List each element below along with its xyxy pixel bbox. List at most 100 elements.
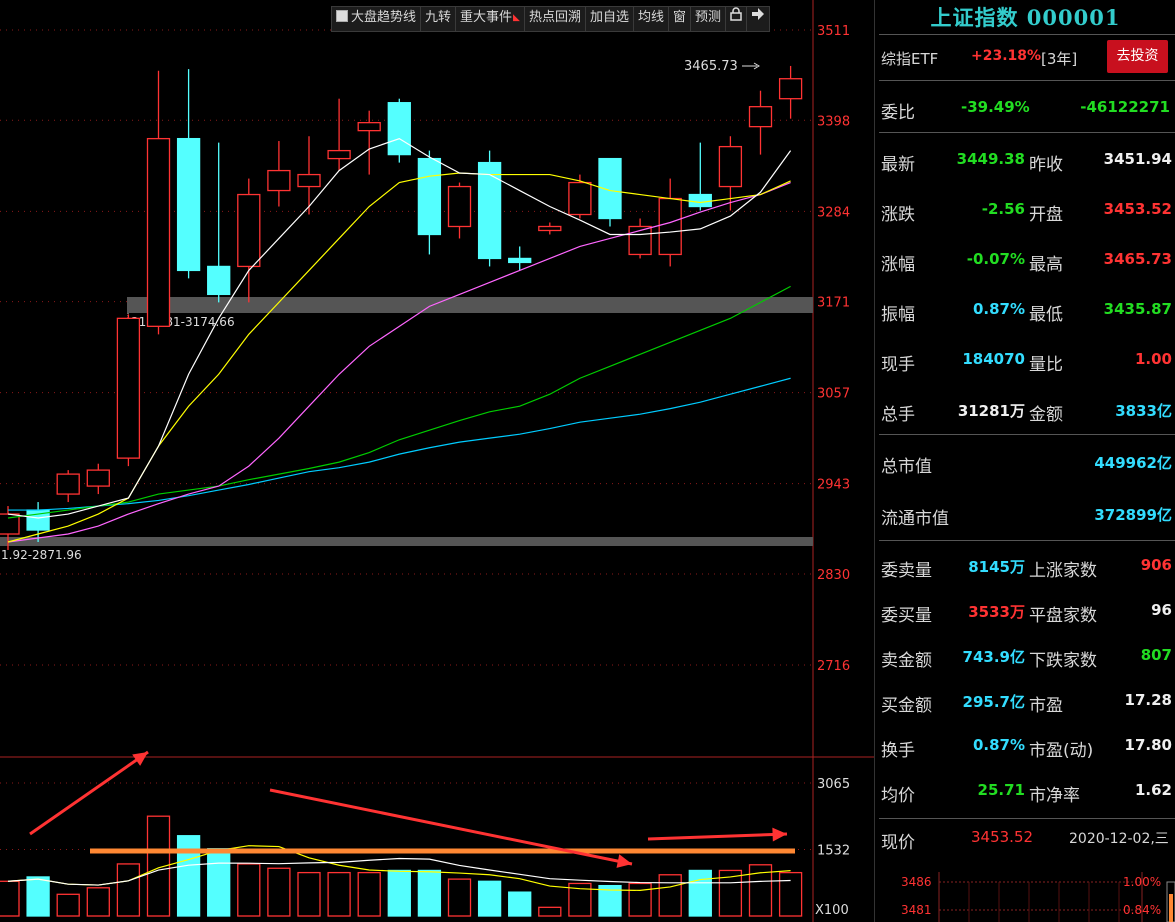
candle-body (778, 78, 803, 100)
moving-average-button[interactable]: 均线 (634, 7, 670, 31)
price-axis-label: 3511 (817, 24, 850, 39)
mini-y2: 3481 (901, 903, 932, 917)
price-axis-label: 2943 (817, 478, 850, 493)
candle-body (477, 161, 502, 260)
volume-axis-label: 1532 (817, 844, 850, 859)
divider (879, 132, 1175, 133)
stat-row: 买金额 295.7亿 市盈 17.28 (875, 685, 1175, 717)
flat-trend-arrow-head-icon (772, 827, 787, 842)
lock-button[interactable] (726, 7, 748, 31)
volume-bar (417, 869, 442, 917)
stat-value: 25.71 (977, 781, 1025, 799)
stat-row: 换手 0.87% 市盈(动) 17.80 (875, 730, 1175, 762)
band-lower-label: 1.92-2871.96 (1, 548, 82, 562)
stat-value: 0.87% (972, 300, 1025, 318)
candle-body (658, 197, 682, 256)
stat-row: 振幅 0.87% 最低 3435.87 (875, 294, 1175, 326)
weibi-label: 委比 (881, 103, 915, 123)
stat-label: 最新 (881, 155, 915, 175)
stat-label: 量比 (1029, 355, 1063, 375)
candle-body (176, 137, 201, 272)
candle-body (568, 181, 592, 216)
weibi-value: -46122271 (1080, 98, 1170, 116)
stat-value: 3465.73 (1103, 250, 1172, 268)
stat-label: 上涨家数 (1029, 561, 1097, 581)
etf-change: +23.18% (971, 48, 1042, 64)
stat-value: 3453.52 (1103, 200, 1172, 218)
stat-label: 现手 (881, 355, 915, 375)
volume-bar (778, 871, 803, 917)
current-date: 2020-12-02,三 (1069, 831, 1169, 847)
candle-body (447, 185, 472, 228)
candle-body (56, 473, 80, 495)
price-axis-label: 3057 (817, 387, 850, 402)
dropdown-marker-icon: ◣ (513, 13, 520, 23)
divider (879, 34, 1175, 35)
expand-button[interactable] (747, 7, 769, 31)
stat-value: -0.07% (966, 250, 1025, 268)
volume-bar (267, 867, 291, 917)
arrow-right-icon (751, 8, 765, 25)
kline-chart[interactable]: 3511 3398 3284 3171 3057 2943 2830 2716 3065 1532… (0, 0, 874, 922)
stat-row: 卖金额 743.9亿 下跌家数 807 (875, 640, 1175, 672)
stat-label: 卖金额 (881, 651, 932, 671)
mini-p2: 0.84% (1123, 903, 1161, 917)
stat-value: -2.56 (981, 200, 1025, 218)
checkbox-icon (336, 10, 348, 22)
stat-label: 振幅 (881, 305, 915, 325)
trend-line-toggle[interactable]: 大盘趋势线 (332, 7, 422, 31)
stat-value: 0.87% (972, 736, 1025, 754)
stat-value: 906 (1140, 556, 1172, 574)
candle-body (297, 173, 321, 188)
invest-button[interactable]: 去投资 (1107, 40, 1168, 73)
candle-body (237, 193, 261, 268)
candle-body (116, 317, 141, 459)
forecast-button[interactable]: 预测 (691, 7, 727, 31)
candle-body (207, 265, 231, 296)
major-events-button[interactable]: 重大事件◣ (456, 7, 525, 31)
stat-row: 现手 184070 量比 1.00 (875, 344, 1175, 376)
volume-bar (176, 835, 201, 917)
nine-turn-button[interactable]: 九转 (421, 7, 457, 31)
stat-value: 295.7亿 (962, 693, 1025, 711)
stat-label: 委卖量 (881, 561, 932, 581)
cap-value: 449962亿 (1094, 454, 1172, 472)
stat-label: 涨幅 (881, 255, 915, 275)
stat-label: 市盈 (1029, 696, 1063, 716)
candle-body (748, 106, 773, 128)
stock-title: 上证指数 000001 (930, 5, 1121, 30)
candle-body (86, 469, 110, 487)
stat-label: 换手 (881, 741, 915, 761)
volume-bar (327, 871, 351, 917)
stat-label: 下跌家数 (1029, 651, 1097, 671)
cap-value: 372899亿 (1094, 506, 1172, 524)
add-watchlist-button[interactable]: 加自选 (586, 7, 634, 31)
candle-body (508, 257, 532, 264)
volume-bar (628, 882, 652, 917)
support-band-lower (0, 537, 813, 546)
stat-label: 开盘 (1029, 205, 1063, 225)
divider (879, 540, 1175, 541)
candle-body (538, 225, 562, 232)
volume-bar (508, 891, 532, 917)
stat-value: 3533万 (968, 603, 1025, 621)
stat-row: 涨跌 -2.56 开盘 3453.52 (875, 194, 1175, 226)
volume-bar (56, 893, 80, 917)
volume-bar (688, 869, 712, 917)
divider (879, 818, 1175, 819)
candle-body (357, 122, 381, 132)
candle-body (267, 169, 291, 192)
flat-trend-arrow (647, 832, 788, 841)
stat-value: 3449.38 (956, 150, 1025, 168)
volume-bar (86, 887, 110, 917)
window-button[interactable]: 窗 (669, 7, 692, 31)
stat-label: 买金额 (881, 696, 932, 716)
volume-bar (297, 871, 321, 917)
divider (879, 80, 1175, 81)
volume-bar (237, 863, 261, 917)
mini-intraday-chart: 3486 3481 1.00% 0.84% (901, 872, 1175, 922)
stat-row: 委卖量 8145万 上涨家数 906 (875, 550, 1175, 582)
hotspot-review-button[interactable]: 热点回溯 (525, 7, 586, 31)
lock-icon (730, 7, 742, 25)
up-trend-arrow (29, 750, 149, 836)
